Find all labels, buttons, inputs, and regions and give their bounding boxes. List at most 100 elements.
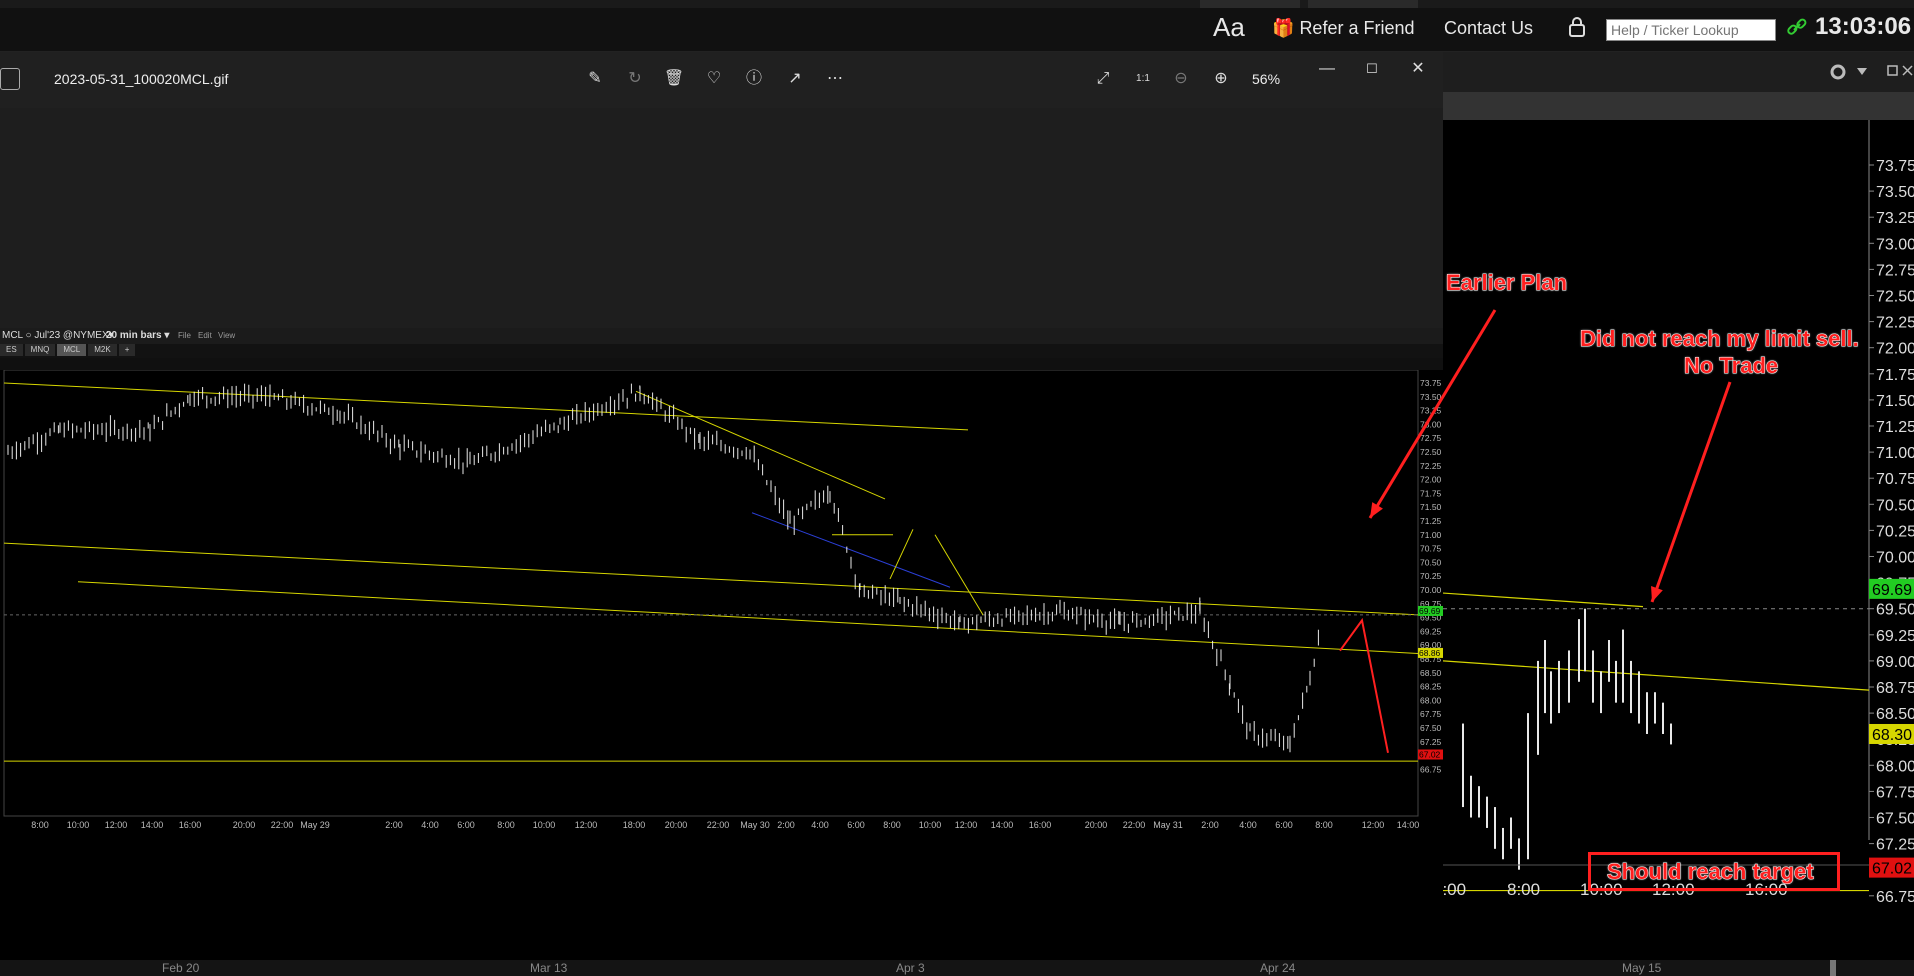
favorite-icon[interactable]: ♡: [703, 68, 725, 90]
gif-time-tick-label: 12:00: [955, 820, 978, 830]
minimize-icon[interactable]: —: [1316, 58, 1338, 80]
delete-icon[interactable]: 🗑: [663, 68, 685, 90]
gif-tab: MCL: [57, 344, 87, 356]
close-icon: [1902, 65, 1913, 76]
channel-trendline: [1443, 660, 1870, 691]
gif-price-tick-label: 67.50: [1420, 723, 1442, 733]
price-tick-label: 68.75: [1876, 680, 1914, 697]
gif-tab: M2K: [88, 344, 117, 356]
price-tick-label: 69.50: [1876, 602, 1914, 619]
price-tick-label: 68.50: [1876, 706, 1914, 723]
plot-frame: [3, 370, 1419, 817]
gift-icon: 🎁: [1272, 18, 1295, 38]
gif-price-tick-label: 66.75: [1420, 764, 1442, 774]
gif-time-tick-label: 22:00: [707, 820, 730, 830]
window-tab[interactable]: [1200, 0, 1300, 8]
gif-price-tag: 69.69: [1419, 606, 1441, 616]
zoom-level: 56%: [1252, 71, 1281, 87]
gif-price-tick-label: 71.75: [1420, 488, 1442, 498]
rotate-icon[interactable]: ↻: [624, 68, 646, 90]
overview-scroll-handle[interactable]: [1830, 960, 1836, 976]
ticker-lookup-input[interactable]: [1606, 19, 1776, 41]
restore-icon[interactable]: ☐: [1361, 58, 1383, 80]
gif-price-tick-label: 72.75: [1420, 433, 1442, 443]
gif-chart-toolbar: MCL ○ Jul'23 @NYMEX▾ 20 min bars ▾ File …: [0, 328, 1443, 344]
price-tick-label: 70.25: [1876, 523, 1914, 540]
gif-tabs: ES MNQ MCL M2K +: [0, 344, 1443, 358]
edit-image-icon[interactable]: ✎: [584, 68, 606, 90]
gif-price-tick-label: 73.50: [1420, 392, 1442, 402]
gif-red-arrow: [1339, 617, 1389, 754]
actual-size-icon[interactable]: 1:1: [1132, 68, 1154, 90]
gif-time-tick-label: 12:00: [575, 820, 598, 830]
window-tab[interactable]: [1308, 0, 1418, 8]
gif-price-tick-label: 68.25: [1420, 682, 1442, 692]
gif-time-tick-label: 4:00: [421, 820, 439, 830]
gif-time-tick-label: 22:00: [271, 820, 294, 830]
gif-tab: MNQ: [24, 344, 56, 356]
price-tick-label: 71.25: [1876, 419, 1914, 436]
screen-root: Aa 🎁 Refer a Friend Contact Us 13:03:06 …: [0, 0, 1914, 976]
gif-time-tick-label: 18:00: [623, 820, 646, 830]
lock-icon[interactable]: [1568, 16, 1586, 43]
info-icon[interactable]: ⓘ: [743, 68, 765, 90]
gif-tab: ES: [0, 344, 23, 356]
gif-time-tick-label: May 31: [1153, 820, 1183, 830]
price-tick-label: 73.75: [1876, 158, 1914, 175]
zoom-in-icon[interactable]: ⊕: [1210, 68, 1232, 90]
zoom-out-icon[interactable]: ⊖: [1170, 68, 1192, 90]
price-tick-label: 73.00: [1876, 236, 1914, 253]
gif-price-tick-label: 72.50: [1420, 447, 1442, 457]
price-tick-label: 70.50: [1876, 497, 1914, 514]
more-options-icon[interactable]: ⋯: [824, 68, 846, 90]
refer-a-friend-link[interactable]: 🎁 Refer a Friend: [1272, 18, 1415, 39]
price-tick-label: 67.75: [1876, 784, 1914, 801]
gif-price-tick-label: 69.25: [1420, 626, 1442, 636]
overview-strip: Feb 20 Mar 13 Apr 3 Apr 24 May 15: [0, 960, 1914, 976]
gif-time-tick-label: 8:00: [1315, 820, 1333, 830]
gif-tab: +: [118, 344, 136, 356]
gif-price-tick-label: 71.25: [1420, 516, 1442, 526]
price-tick-label: 69.25: [1876, 628, 1914, 645]
gif-price-tick-label: 68.50: [1420, 668, 1442, 678]
file-name: 2023-05-31_100020MCL.gif: [54, 71, 229, 87]
contact-us-link[interactable]: Contact Us: [1444, 18, 1533, 39]
gif-time-tick-label: 10:00: [533, 820, 556, 830]
price-tick-label: 71.75: [1876, 367, 1914, 384]
link-icon[interactable]: [1786, 16, 1808, 43]
close-icon[interactable]: ✕: [1407, 58, 1429, 80]
gif-time-tick-label: May 30: [740, 820, 770, 830]
gif-time-tick-label: 6:00: [1275, 820, 1293, 830]
gif-chart-image: MCL ○ Jul'23 @NYMEX▾ 20 min bars ▾ File …: [0, 328, 1443, 836]
price-tick-label: 69.00: [1876, 654, 1914, 671]
chevron-down-icon: [1857, 68, 1867, 75]
gif-time-tick-label: 20:00: [665, 820, 688, 830]
gif-price-tick-label: 71.50: [1420, 502, 1442, 512]
gif-time-tick-label: 12:00: [105, 820, 128, 830]
gif-time-tick-label: May 29: [300, 820, 330, 830]
gif-price-tick-label: 70.75: [1420, 544, 1442, 554]
gif-time-tick-label: 8:00: [31, 820, 49, 830]
gif-plan-arrow: [934, 534, 984, 616]
chart-panel-header: [1443, 52, 1914, 92]
gif-price-tick-label: 70.50: [1420, 557, 1442, 567]
price-tick-label: 67.50: [1876, 811, 1914, 828]
font-size-icon[interactable]: Aa: [1213, 12, 1245, 43]
main-price-chart[interactable]: 73.75 73.50 73.25 73.00 72.75 72.50 72.25 72.00…: [1443, 120, 1914, 930]
price-tick-label: 72.25: [1876, 315, 1914, 332]
share-icon[interactable]: ↗: [784, 68, 806, 90]
gif-bar-size: 20 min bars ▾: [106, 330, 170, 341]
fullscreen-icon[interactable]: ⤢: [1092, 68, 1114, 90]
photos-app-icon: [0, 68, 20, 90]
gif-time-tick-label: 14:00: [991, 820, 1014, 830]
top-nav-bar: Aa 🎁 Refer a Friend Contact Us 13:03:06: [0, 8, 1914, 52]
refer-label: Refer a Friend: [1299, 18, 1415, 38]
gif-price-tick-label: 72.25: [1420, 461, 1442, 471]
gif-menu-view: View: [218, 331, 236, 340]
overview-label: Feb 20: [162, 961, 200, 975]
overview-label: Mar 13: [530, 961, 568, 975]
price-tick-label: 67.25: [1876, 837, 1914, 854]
overview-label: May 15: [1622, 961, 1662, 975]
gif-time-tick-label: 6:00: [847, 820, 865, 830]
earlier-plan-note: Earlier Plan: [1445, 270, 1568, 296]
